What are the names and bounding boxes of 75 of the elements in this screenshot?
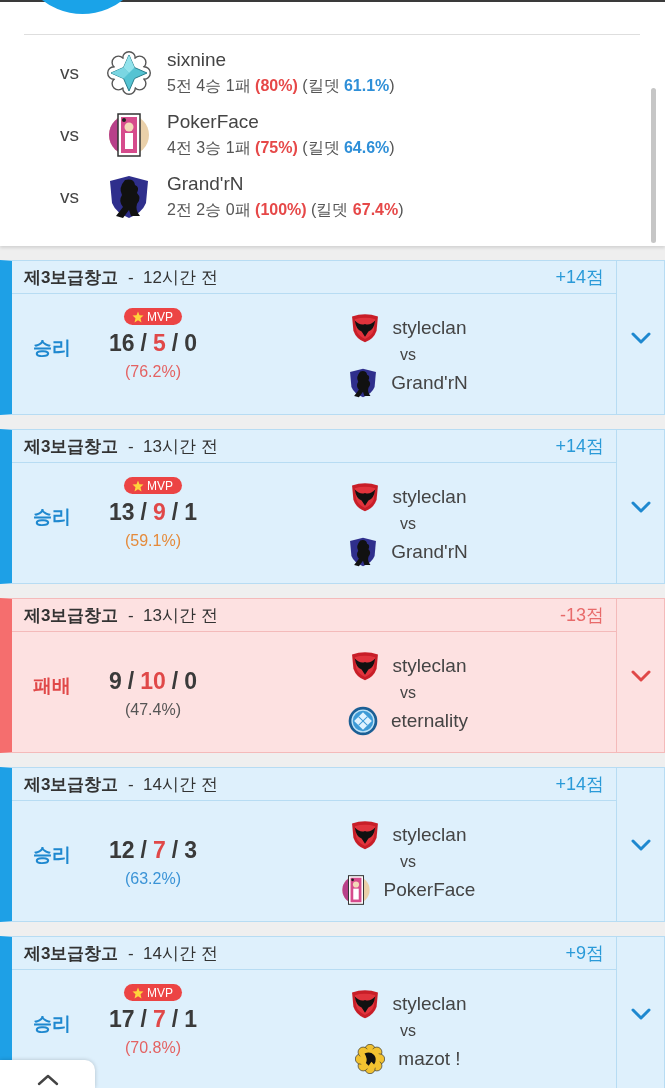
kda-score: 16 / 5 / 0	[109, 329, 197, 357]
playing-card-icon	[107, 113, 151, 157]
vs-label: vs	[400, 683, 416, 703]
team-name: styleclan	[392, 824, 467, 846]
playing-card-icon	[340, 875, 371, 905]
team-name: Grand'rN	[391, 372, 468, 394]
chevron-down-icon	[630, 669, 651, 682]
vs-label: vs	[60, 124, 80, 146]
star-icon	[132, 986, 144, 999]
chevron-down-icon	[630, 1007, 651, 1020]
kda-ratio: (63.2%)	[125, 870, 181, 888]
star-icon	[132, 310, 144, 323]
match-result: 승리	[33, 336, 71, 360]
bird-shield-icon	[349, 820, 380, 850]
vs-label: vs	[60, 186, 80, 208]
chevron-down-icon	[630, 500, 651, 513]
mvp-text: MVP	[147, 985, 173, 1000]
team-name: Grand'rN	[391, 541, 468, 563]
team-name: styleclan	[392, 993, 467, 1015]
match-record: 2전 2승 0패 (100%) (킬뎃 67.4%)	[167, 200, 404, 220]
beast-shield-icon	[348, 537, 379, 567]
match-record: 5전 4승 1패 (80%) (킬뎃 61.1%)	[167, 76, 395, 96]
kda-ratio: (47.4%)	[125, 701, 181, 719]
vs-label: vs	[400, 514, 416, 534]
orb-emblem-icon	[347, 706, 378, 736]
match-title: 제3보급창고 - 12시간 전	[24, 266, 218, 289]
kda-ratio: (76.2%)	[125, 363, 181, 381]
team-name: mazot !	[398, 1048, 461, 1070]
points-change: -13점	[560, 604, 604, 627]
vs-label: vs	[400, 1021, 416, 1041]
beast-shield-icon	[107, 175, 151, 219]
match-title: 제3보급창고 - 14시간 전	[24, 942, 218, 965]
kda-score: 9 / 10 / 0	[109, 667, 197, 695]
points-change: +14점	[555, 435, 604, 458]
match-title: 제3보급창고 - 13시간 전	[24, 604, 218, 627]
kda-score: 17 / 7 / 1	[109, 1005, 197, 1033]
chevron-down-icon	[630, 838, 651, 851]
vs-label: vs	[60, 62, 80, 84]
team-name: Grand'rN	[167, 172, 245, 196]
vs-label: vs	[400, 345, 416, 365]
kda-ratio: (70.8%)	[125, 1039, 181, 1057]
match-result: 승리	[33, 843, 71, 867]
bird-shield-icon	[349, 313, 380, 343]
team-name: PokerFace	[167, 110, 260, 134]
team-name: styleclan	[392, 486, 467, 508]
team-name: sixnine	[167, 48, 228, 72]
team-name: styleclan	[392, 655, 467, 677]
caret-up-icon	[36, 1074, 59, 1086]
match-record: 4전 3승 1패 (75%) (킬뎃 64.6%)	[167, 138, 395, 158]
match-result: 패배	[33, 674, 71, 698]
beast-shield-icon	[348, 368, 379, 398]
kda-ratio: (59.1%)	[125, 532, 181, 550]
crystal-emblem-icon	[107, 51, 151, 95]
bird-shield-icon	[349, 989, 380, 1019]
kda-score: 13 / 9 / 1	[109, 498, 197, 526]
vs-label: vs	[400, 852, 416, 872]
match-result: 승리	[33, 505, 71, 529]
points-change: +14점	[555, 266, 604, 289]
match-title: 제3보급창고 - 14시간 전	[24, 773, 218, 796]
mvp-text: MVP	[147, 478, 173, 493]
chevron-down-icon	[630, 331, 651, 344]
kda-score: 12 / 7 / 3	[109, 836, 197, 864]
scroll-top-button[interactable]	[0, 1060, 95, 1088]
points-change: +14점	[555, 773, 604, 796]
match-result: 승리	[33, 1012, 71, 1036]
star-icon	[132, 479, 144, 492]
match-title: 제3보급창고 - 13시간 전	[24, 435, 218, 458]
bird-shield-icon	[349, 482, 380, 512]
team-name: eternality	[390, 710, 469, 732]
team-name: styleclan	[392, 317, 467, 339]
flower-badge-icon	[355, 1044, 386, 1074]
team-name: PokerFace	[383, 879, 476, 901]
bird-shield-icon	[349, 651, 380, 681]
points-change: +9점	[565, 942, 604, 965]
mvp-text: MVP	[147, 309, 173, 324]
